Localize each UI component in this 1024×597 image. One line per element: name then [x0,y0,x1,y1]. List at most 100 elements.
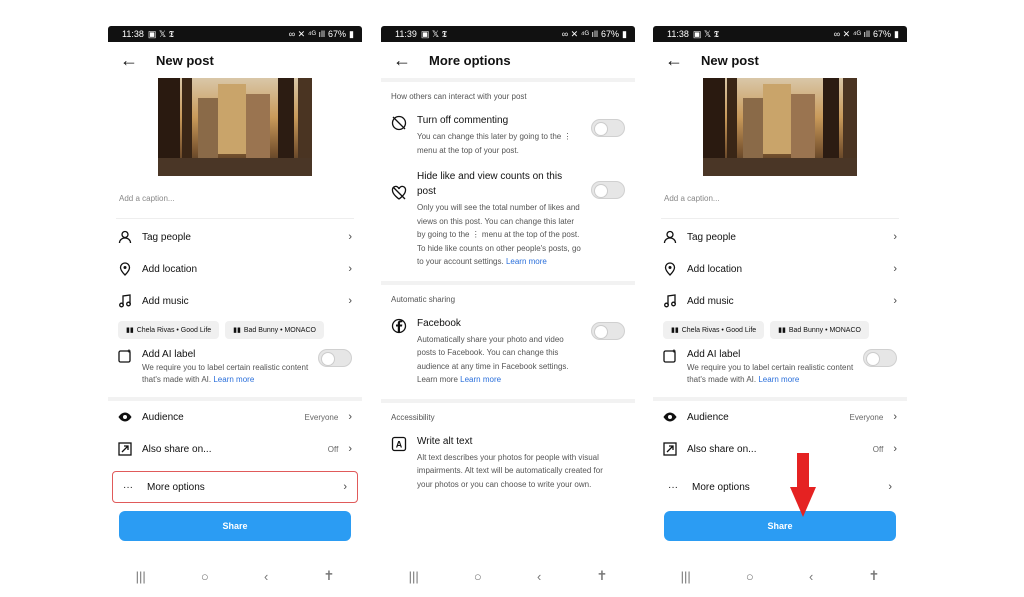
ai-label-title: Add AI label [142,349,196,360]
home-icon[interactable]: ○ [746,569,754,584]
also-share-row[interactable]: Also share on... Off › [108,433,362,465]
ai-label-icon [118,349,142,391]
back-arrow-icon[interactable]: ← [120,51,156,69]
learn-more-link[interactable]: Learn more [506,257,547,266]
accessibility-icon[interactable]: ✝ [869,568,880,584]
alt-text-option[interactable]: A Write alt text Alt text describes your… [381,428,635,498]
back-nav-icon[interactable]: ‹ [809,569,813,584]
back-arrow-icon[interactable]: ← [665,51,701,69]
photo-image [703,78,857,176]
chevron-right-icon: › [348,231,352,243]
signal-icons: ∞ ✕ ⁴ᴳ ıll [833,28,871,39]
phone-screen-new-post-share: 11:38 ▣ 𝕏 𝕿 ∞ ✕ ⁴ᴳ ıll 67% ▮ ← New post Add… [653,26,907,592]
audience-value: Everyone [304,412,339,422]
recent-apps-icon[interactable]: ||| [136,569,146,584]
music-chip[interactable]: ▮▮ Bad Bunny • MONACO [225,321,324,339]
chevron-right-icon: › [348,295,352,307]
music-bars-icon: ▮▮ [233,327,241,334]
section-header: Accessibility [391,412,435,422]
recent-apps-icon[interactable]: ||| [409,569,419,584]
notification-icons: ▣ 𝕏 𝕿 [147,28,175,39]
back-arrow-icon[interactable]: ← [393,51,429,69]
commenting-toggle[interactable] [591,119,625,137]
battery-icon: ▮ [349,28,354,39]
facebook-toggle[interactable] [591,321,625,340]
also-share-value: Off [327,444,339,454]
ai-label-row: Add AI label We require you to label cer… [653,343,907,397]
divider [661,218,899,219]
header: ← New post [108,42,362,78]
music-chip-label: Chela Rivas • Good Life [681,326,757,334]
page-title: More options [429,52,511,68]
option-title: Write alt text [417,435,473,447]
hide-counts-toggle[interactable] [591,181,625,199]
share-arrow-icon [118,442,142,456]
facebook-option: Facebook Automatically share your photo … [381,310,635,393]
learn-more-link[interactable]: Learn more [213,375,254,384]
chevron-right-icon: › [343,481,347,493]
music-chip[interactable]: ▮▮ Chela Rivas • Good Life [663,321,765,339]
accessibility-icon[interactable]: ✝ [324,568,335,584]
ai-label-toggle[interactable] [863,349,897,367]
post-photo[interactable] [158,78,312,176]
learn-more-link[interactable]: Learn more [460,375,501,384]
recent-apps-icon[interactable]: ||| [681,569,691,584]
post-photo[interactable] [703,78,857,176]
option-title: Turn off commenting [417,115,509,126]
eye-icon [118,410,142,424]
add-location-label: Add location [142,263,198,275]
more-options-row[interactable]: ··· More options › [112,471,358,503]
add-music-row[interactable]: Add music › [653,285,907,317]
add-location-row[interactable]: Add location › [653,253,907,285]
music-chip[interactable]: ▮▮ Chela Rivas • Good Life [118,321,220,339]
photo-image [158,78,312,176]
tag-people-row[interactable]: Tag people › [653,221,907,253]
add-music-label: Add music [142,295,189,307]
system-nav-bar: ||| ○ ‹ ✝ [653,564,907,588]
music-chip-label: Bad Bunny • MONACO [243,326,316,334]
battery-level: 67% [873,29,892,39]
accessibility-icon[interactable]: ✝ [597,568,608,584]
tag-people-row[interactable]: Tag people › [108,221,362,253]
comment-off-icon [391,113,417,136]
turn-off-commenting-option: Turn off commenting You can change this … [381,107,635,163]
page-title: New post [701,52,759,68]
ai-label-toggle[interactable] [318,349,352,367]
svg-text:A: A [396,439,403,449]
back-nav-icon[interactable]: ‹ [264,569,268,584]
music-note-icon [118,294,142,308]
also-share-label: Also share on... [142,443,212,455]
back-nav-icon[interactable]: ‹ [537,569,541,584]
battery-icon: ▮ [622,28,627,39]
also-share-row[interactable]: Also share on... Off › [653,433,907,465]
learn-more-link[interactable]: Learn more [758,375,799,384]
home-icon[interactable]: ○ [201,569,209,584]
audience-row[interactable]: Audience Everyone › [108,401,362,433]
music-chip[interactable]: ▮▮ Bad Bunny • MONACO [770,321,869,339]
audience-row[interactable]: Audience Everyone › [653,401,907,433]
also-share-value: Off [872,444,884,454]
caption-input[interactable]: Add a caption... [108,176,362,218]
add-location-row[interactable]: Add location › [108,253,362,285]
chevron-right-icon: › [893,231,897,243]
status-time: 11:38 [667,29,689,39]
page-title: New post [156,52,214,68]
ai-label-row: Add AI label We require you to label cer… [108,343,362,397]
share-button[interactable]: Share [119,511,351,541]
battery-level: 67% [328,29,347,39]
down-arrow-icon [790,453,816,517]
home-icon[interactable]: ○ [474,569,482,584]
signal-icons: ∞ ✕ ⁴ᴳ ıll [288,28,326,39]
share-arrow-icon [663,442,687,456]
more-options-row[interactable]: ··· More options › [657,471,903,503]
hide-counts-option: Hide like and view counts on this post O… [381,163,635,275]
signal-icons: ∞ ✕ ⁴ᴳ ıll [561,28,599,39]
caption-input[interactable]: Add a caption... [653,176,907,218]
music-bars-icon: ▮▮ [671,327,679,334]
add-music-label: Add music [687,295,734,307]
eye-icon [663,410,687,424]
share-button[interactable]: Share [664,511,896,541]
add-music-row[interactable]: Add music › [108,285,362,317]
alt-text-icon: A [391,434,417,457]
status-time: 11:38 [122,29,144,39]
